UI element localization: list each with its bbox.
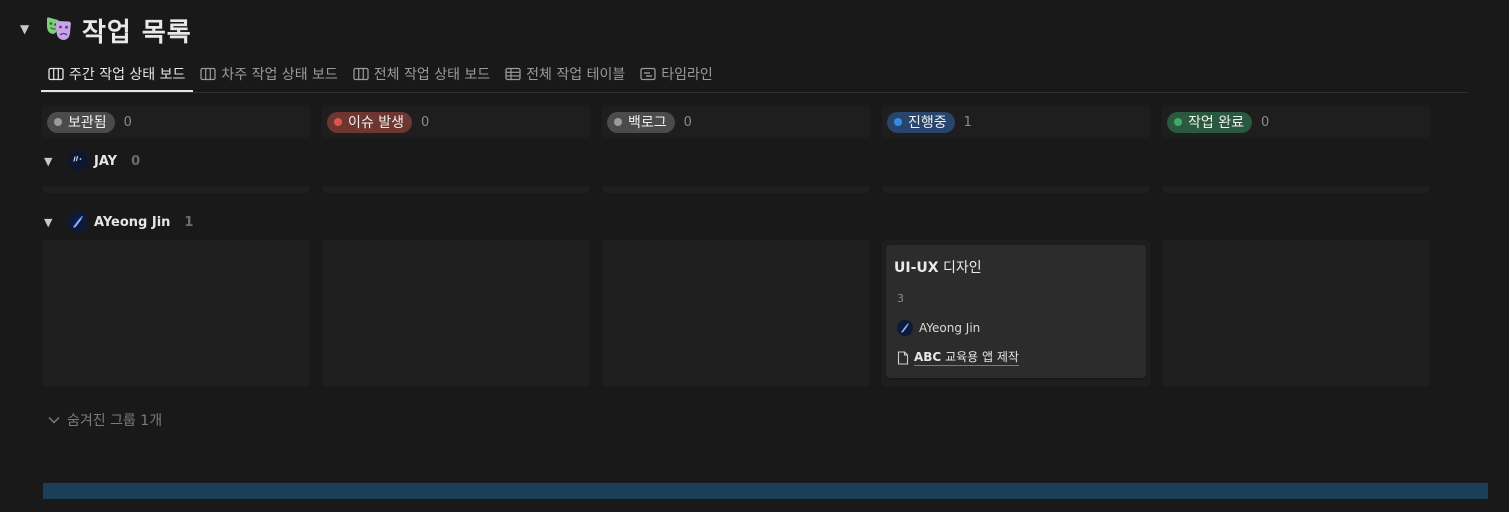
card-relation-link[interactable]: ABC 교육용 앱 제작	[897, 350, 1019, 366]
tab-timeline[interactable]: 타임라인	[633, 56, 721, 92]
board-cell[interactable]	[602, 186, 870, 193]
tab-label: 주간 작업 상태 보드	[69, 67, 186, 83]
relation-text: ABC 교육용 앱 제작	[914, 350, 1019, 366]
board-icon	[200, 67, 217, 81]
card-assignee[interactable]: AYeong Jin	[897, 320, 980, 336]
tabs-divider	[41, 92, 1468, 93]
tab-label: 전체 작업 상태 보드	[373, 67, 491, 83]
board-cell[interactable]	[1162, 240, 1430, 386]
group-count: 1	[184, 214, 194, 230]
group-name: AYeong Jin	[94, 214, 171, 230]
board-cell[interactable]	[322, 240, 590, 386]
group-header-jay[interactable]: ▼ JAY 0	[44, 150, 140, 172]
board-icon	[353, 67, 369, 81]
card-number: 3	[897, 292, 904, 305]
hidden-groups-label: 숨겨진 그룹 1개	[67, 413, 163, 429]
status-dot	[614, 118, 622, 126]
chevron-down-icon	[48, 416, 60, 424]
hidden-groups-toggle[interactable]: 숨겨진 그룹 1개	[48, 410, 162, 430]
bottom-bar	[43, 483, 1488, 499]
board-cell[interactable]	[42, 186, 310, 193]
page-icon	[897, 351, 909, 365]
column-count: 0	[123, 114, 132, 130]
view-tabs: 주간 작업 상태 보드 차주 작업 상태 보드 전체 작업 상태 보드 전체 작…	[41, 56, 721, 92]
status-dot	[54, 118, 62, 126]
board-icon	[48, 67, 64, 81]
status-dot	[334, 118, 342, 126]
status-label: 진행중	[908, 115, 947, 131]
status-label: 보관됨	[68, 115, 107, 131]
relation-bold: ABC	[914, 350, 942, 364]
status-dot	[1174, 118, 1182, 126]
performing-arts-icon[interactable]	[44, 14, 74, 44]
timeline-icon	[640, 67, 656, 81]
group-toggle-icon[interactable]: ▼	[44, 155, 62, 168]
group-count: 0	[131, 153, 141, 169]
group-header-ayeong-jin[interactable]: ▼ AYeong Jin 1	[44, 211, 193, 233]
status-label: 작업 완료	[1188, 115, 1244, 131]
board-cell[interactable]	[42, 240, 310, 386]
card-title-rest: 디자인	[938, 260, 982, 276]
collapse-toggle[interactable]: ▼	[20, 22, 29, 36]
tab-all-board[interactable]: 전체 작업 상태 보드	[346, 56, 498, 92]
task-card[interactable]: UI-UX 디자인 3 AYeong Jin ABC 교육용 앱 제작	[886, 245, 1146, 378]
column-header-archived[interactable]: 보관됨 0	[42, 106, 310, 138]
status-pill[interactable]: 보관됨	[47, 111, 115, 133]
status-label: 백로그	[628, 115, 667, 131]
card-title-bold: UI-UX	[894, 260, 939, 276]
avatar	[68, 151, 88, 171]
board-cell[interactable]	[322, 186, 590, 193]
column-header-done[interactable]: 작업 완료 0	[1162, 106, 1430, 138]
avatar	[68, 212, 88, 232]
status-dot	[894, 118, 902, 126]
tab-next-week-board[interactable]: 차주 작업 상태 보드	[193, 56, 345, 92]
column-header-issue[interactable]: 이슈 발생 0	[322, 106, 590, 138]
column-count: 0	[420, 114, 430, 130]
column-header-backlog[interactable]: 백로그 0	[602, 106, 870, 138]
tab-label: 차주 작업 상태 보드	[221, 67, 338, 83]
card-title: UI-UX 디자인	[894, 257, 982, 277]
group-toggle-icon[interactable]: ▼	[44, 216, 62, 229]
tab-weekly-board[interactable]: 주간 작업 상태 보드	[41, 56, 194, 92]
board-cell[interactable]	[882, 186, 1150, 193]
column-count: 0	[683, 114, 692, 130]
column-header-in-progress[interactable]: 진행중 1	[882, 106, 1150, 138]
assignee-name: AYeong Jin	[919, 321, 981, 335]
tab-all-table[interactable]: 전체 작업 테이블	[498, 56, 633, 92]
tab-label: 전체 작업 테이블	[526, 67, 626, 83]
table-icon	[505, 67, 521, 81]
column-count: 1	[963, 114, 972, 130]
board-cell[interactable]	[602, 240, 870, 386]
column-count: 0	[1260, 114, 1270, 130]
status-pill[interactable]: 작업 완료	[1167, 111, 1252, 133]
board-cell[interactable]	[1162, 186, 1430, 193]
status-pill[interactable]: 이슈 발생	[327, 111, 412, 133]
status-label: 이슈 발생	[348, 115, 404, 131]
relation-rest: 교육용 앱 제작	[941, 350, 1019, 364]
avatar	[897, 320, 913, 336]
page-title: 작업 목록	[82, 18, 192, 48]
tab-label: 타임라인	[661, 67, 713, 83]
status-pill[interactable]: 진행중	[887, 111, 955, 133]
group-name: JAY	[94, 153, 118, 169]
status-pill[interactable]: 백로그	[607, 111, 675, 133]
